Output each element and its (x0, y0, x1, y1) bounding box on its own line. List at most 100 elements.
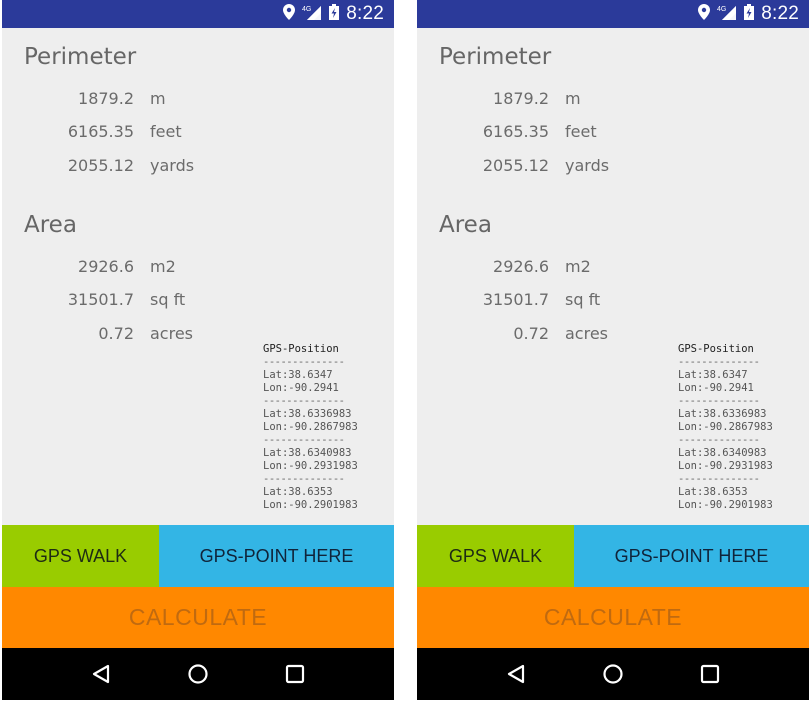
area-unit: m2 (565, 257, 591, 276)
recents-icon (701, 664, 720, 684)
area-value: 2926.6 (493, 257, 549, 276)
gps-lon: Lon:-90.2867983 (263, 421, 358, 433)
gps-position-title: GPS-Position (263, 343, 339, 355)
gps-lon: Lon:-90.2941 (263, 382, 339, 394)
navigation-bar (417, 648, 809, 700)
gps-lat: Lat:38.6353 (263, 486, 333, 498)
perimeter-value: 2055.12 (67, 156, 134, 175)
perimeter-row: 2055.12 yards (417, 156, 657, 178)
recents-icon (286, 664, 305, 684)
area-title: Area (439, 212, 492, 238)
home-button[interactable] (593, 654, 633, 694)
status-time: 8:22 (761, 3, 799, 24)
back-icon (92, 664, 109, 684)
back-button[interactable] (496, 654, 536, 694)
back-button[interactable] (81, 654, 121, 694)
perimeter-unit: m (150, 89, 166, 108)
area-title: Area (24, 212, 77, 238)
perimeter-unit: yards (565, 156, 610, 175)
perimeter-title: Perimeter (24, 44, 137, 70)
gps-lat: Lat:38.6340983 (263, 447, 352, 459)
phone-screen-right: 4G 8:22 Perimeter 1879.2 m 6165.35 feet … (417, 0, 809, 700)
home-icon (603, 664, 623, 684)
gps-separator: -------------- (263, 434, 345, 446)
area-row: 31501.7 sq ft (2, 290, 242, 312)
area-unit: acres (150, 324, 194, 343)
battery-charging-icon (744, 3, 755, 25)
gps-position-log: GPS-Position -------------- Lat:38.6347 … (263, 343, 393, 512)
perimeter-row: 2055.12 yards (2, 156, 242, 178)
gps-lat: Lat:38.6353 (678, 486, 748, 498)
perimeter-value: 6165.35 (482, 122, 549, 141)
area-row: 2926.6 m2 (2, 257, 242, 279)
gps-lon: Lon:-90.2941 (678, 382, 754, 394)
area-unit: m2 (150, 257, 176, 276)
location-icon (283, 3, 296, 25)
gps-lat: Lat:38.6336983 (678, 408, 767, 420)
perimeter-value: 6165.35 (67, 122, 134, 141)
gps-separator: -------------- (678, 395, 760, 407)
perimeter-value: 1879.2 (493, 89, 549, 108)
area-value: 0.72 (513, 324, 549, 343)
gps-lon: Lon:-90.2901983 (263, 499, 358, 511)
gps-separator: -------------- (263, 395, 345, 407)
perimeter-value: 1879.2 (78, 89, 134, 108)
status-bar: 4G 8:22 (417, 0, 809, 28)
back-icon (507, 664, 524, 684)
area-unit: acres (565, 324, 609, 343)
perimeter-unit: feet (150, 122, 182, 141)
gps-separator: -------------- (678, 434, 760, 446)
phone-screen-left: 4G 8:22 Perimeter 1879.2 m 6165.35 feet … (2, 0, 394, 700)
home-button[interactable] (178, 654, 218, 694)
gps-lat: Lat:38.6336983 (263, 408, 352, 420)
area-value: 2926.6 (78, 257, 134, 276)
screenshot-pair: 4G 8:22 Perimeter 1879.2 m 6165.35 feet … (0, 0, 811, 702)
perimeter-title: Perimeter (439, 44, 552, 70)
home-icon (188, 664, 208, 684)
perimeter-unit: m (565, 89, 581, 108)
gps-position-log: GPS-Position -------------- Lat:38.6347 … (678, 343, 808, 512)
area-unit: sq ft (150, 290, 186, 309)
battery-charging-icon (329, 3, 340, 25)
4g-signal-icon: 4G (717, 4, 737, 25)
status-time: 8:22 (346, 3, 384, 24)
action-button-row: GPS WALK GPS-POINT HERE (417, 525, 809, 587)
gps-lon: Lon:-90.2931983 (263, 460, 358, 472)
area-value: 31501.7 (67, 290, 134, 309)
gps-lon: Lon:-90.2901983 (678, 499, 773, 511)
status-bar: 4G 8:22 (2, 0, 394, 28)
gps-separator: -------------- (263, 356, 345, 368)
calculate-button[interactable]: CALCULATE (417, 587, 809, 648)
gps-lat: Lat:38.6347 (678, 369, 748, 381)
gps-lat: Lat:38.6347 (263, 369, 333, 381)
calculate-button[interactable]: CALCULATE (2, 587, 394, 648)
gps-separator: -------------- (678, 356, 760, 368)
perimeter-row: 6165.35 feet (2, 122, 242, 144)
gps-separator: -------------- (678, 473, 760, 485)
network-label: 4G (717, 6, 726, 13)
results-panel: Perimeter 1879.2 m 6165.35 feet 2055.12 … (417, 28, 809, 525)
gps-walk-button[interactable]: GPS WALK (2, 525, 159, 587)
perimeter-unit: yards (150, 156, 195, 175)
area-row: 0.72 acres (2, 324, 242, 346)
area-row: 31501.7 sq ft (417, 290, 657, 312)
area-value: 0.72 (98, 324, 134, 343)
gps-lon: Lon:-90.2931983 (678, 460, 773, 472)
network-label: 4G (302, 6, 311, 13)
perimeter-row: 1879.2 m (2, 89, 242, 111)
gps-position-title: GPS-Position (678, 343, 754, 355)
perimeter-row: 1879.2 m (417, 89, 657, 111)
results-panel: Perimeter 1879.2 m 6165.35 feet 2055.12 … (2, 28, 394, 525)
perimeter-row: 6165.35 feet (417, 122, 657, 144)
navigation-bar (2, 648, 394, 700)
recents-button[interactable] (275, 654, 315, 694)
4g-signal-icon: 4G (302, 4, 322, 25)
gps-point-here-button[interactable]: GPS-POINT HERE (574, 525, 809, 587)
area-row: 0.72 acres (417, 324, 657, 346)
perimeter-unit: feet (565, 122, 597, 141)
gps-point-here-button[interactable]: GPS-POINT HERE (159, 525, 394, 587)
recents-button[interactable] (690, 654, 730, 694)
area-unit: sq ft (565, 290, 601, 309)
gps-walk-button[interactable]: GPS WALK (417, 525, 574, 587)
action-button-row: GPS WALK GPS-POINT HERE (2, 525, 394, 587)
